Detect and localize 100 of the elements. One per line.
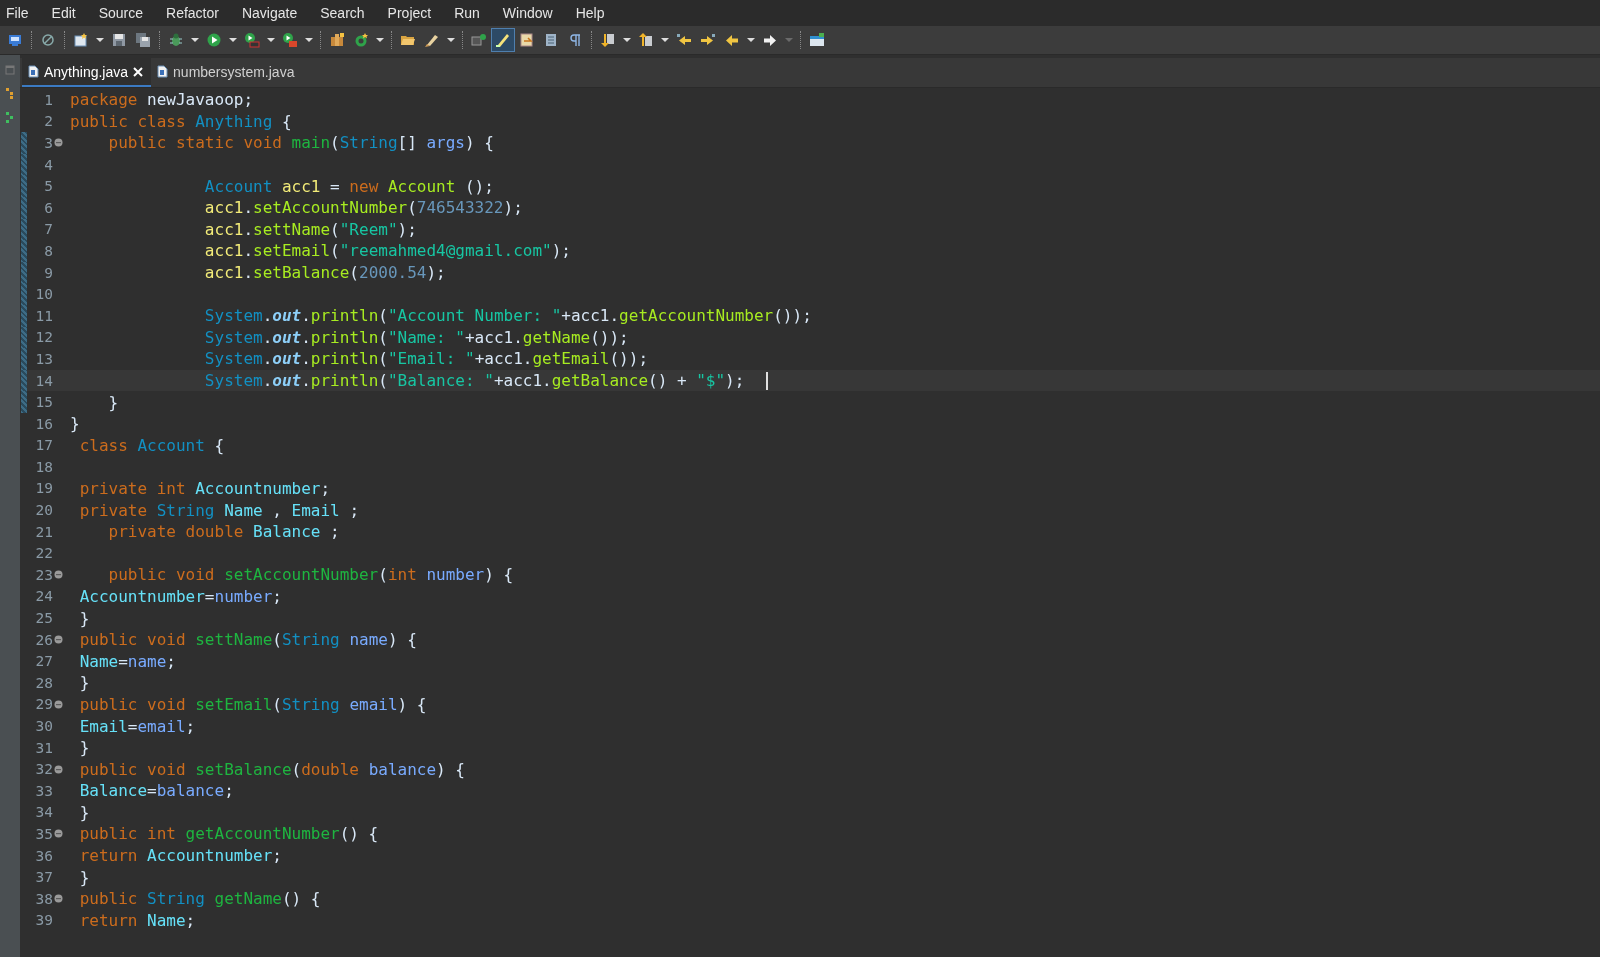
code-line: return Name;: [78, 910, 196, 930]
menu-item[interactable]: Window: [491, 5, 565, 21]
back-edit-icon: [676, 32, 692, 48]
code-line: Accountnumber=number;: [78, 586, 282, 606]
line-number: 6: [43, 199, 53, 216]
line-number: 32: [34, 761, 53, 778]
line-number: 9: [43, 264, 53, 281]
caret-icon: [229, 37, 237, 43]
collapse-icon[interactable]: [53, 570, 63, 580]
line-number: 4: [43, 156, 53, 173]
line-number: 7: [43, 221, 53, 238]
menu-item[interactable]: Navigate: [230, 5, 310, 21]
caret-icon: [785, 37, 793, 43]
line-number: 35: [34, 826, 53, 842]
code-line: }: [78, 802, 90, 822]
collapse-icon[interactable]: [53, 829, 63, 839]
code-line: acc1.setAccountNumber(746543322);: [203, 198, 523, 218]
edit-file-icon: [519, 32, 535, 48]
menu-item[interactable]: File: [6, 5, 41, 21]
save-icon: [111, 32, 127, 48]
perspective-icon: [809, 32, 825, 48]
collapse-icon[interactable]: [53, 894, 63, 904]
line-number: 2: [43, 113, 53, 130]
line-number: 36: [34, 847, 53, 864]
java-file-icon: [157, 65, 169, 78]
line-number: 30: [34, 718, 53, 734]
code-line: Email=email;: [78, 716, 196, 736]
line-number: 3: [43, 135, 53, 151]
code-line: public class Anything {: [70, 111, 292, 131]
line-number: 17: [34, 437, 53, 454]
editor-tab[interactable]: numbersystem.java: [151, 58, 303, 87]
line-number: 27: [34, 653, 53, 670]
editor-tab[interactable]: Anything.java: [22, 58, 152, 87]
menu-item[interactable]: Help: [564, 5, 617, 21]
menu-item[interactable]: Run: [443, 5, 492, 21]
line-number: 24: [34, 588, 53, 605]
line-number: 8: [43, 242, 53, 259]
code-line: public String getName() {: [78, 889, 321, 909]
code-line: public void settName(String name) {: [78, 630, 417, 650]
line-number: 39: [34, 912, 53, 929]
external-tool-icon: [282, 32, 298, 48]
menu-item[interactable]: Source: [87, 5, 156, 21]
pilcrow-icon: [567, 32, 583, 48]
menu-item[interactable]: Project: [376, 5, 444, 21]
code-line: return Accountnumber;: [78, 846, 282, 866]
caret-icon: [305, 37, 313, 43]
collapse-icon[interactable]: [53, 699, 63, 709]
outline-icon: [5, 111, 15, 123]
menu-item[interactable]: Search: [309, 5, 377, 21]
line-number: 38: [34, 890, 53, 907]
code-line: public static void main(String[] args) {: [107, 133, 494, 153]
menu-item[interactable]: Edit: [40, 5, 88, 21]
arrow-right-icon: [762, 32, 778, 48]
close-icon: [133, 66, 144, 77]
code-line: }: [78, 608, 90, 628]
document-icon: [543, 32, 559, 48]
collapse-icon[interactable]: [53, 635, 63, 645]
line-number: 34: [34, 804, 53, 821]
code-line: acc1.setBalance(2000.54);: [203, 263, 446, 283]
run-icon: [206, 32, 222, 48]
new-file-icon: [73, 32, 89, 48]
code-line: }: [70, 414, 80, 434]
caret-icon: [267, 37, 275, 43]
line-number: 1: [43, 91, 53, 108]
code-line: class Account {: [78, 435, 225, 455]
code-line: }: [78, 867, 90, 887]
monitor-icon: [7, 32, 23, 48]
caret-icon: [747, 37, 755, 43]
terminal-icon: [471, 32, 487, 48]
menu-item[interactable]: Refactor: [155, 5, 231, 21]
highlighter-icon: [495, 32, 511, 48]
code-line: package newJavaoop;: [70, 90, 254, 110]
caret-icon: [447, 37, 455, 43]
code-line: }: [107, 392, 119, 412]
line-number: 11: [34, 307, 53, 324]
caret-icon: [376, 37, 384, 43]
line-number: 18: [34, 458, 53, 475]
code-line: public void setAccountNumber(int number) {: [107, 565, 514, 585]
toolbar-button[interactable]: [492, 29, 514, 51]
code-line: public void setBalance(double balance) {: [78, 759, 465, 779]
line-number: 14: [34, 372, 53, 389]
arrow-left-icon: [724, 32, 740, 48]
forward-edit-icon: [700, 32, 716, 48]
bug-icon: [168, 32, 184, 48]
caret-icon: [96, 37, 104, 43]
line-number: 26: [34, 631, 53, 648]
code-line: System.out.println("Email: "+acc1.getEmail());: [203, 349, 648, 369]
collapse-icon[interactable]: [53, 764, 63, 774]
line-number: 13: [34, 350, 53, 367]
code-line: }: [78, 738, 90, 758]
line-number: 33: [34, 782, 53, 799]
line-number: 29: [34, 696, 53, 713]
hierarchy-icon: [5, 87, 15, 99]
line-number: 19: [34, 480, 53, 497]
code-line: private int Accountnumber;: [78, 479, 331, 498]
line-number: 5: [43, 178, 53, 195]
code-line: public int getAccountNumber() {: [78, 824, 379, 844]
line-number: 16: [34, 415, 53, 432]
collapse-icon[interactable]: [53, 138, 63, 148]
caret-icon: [191, 37, 199, 43]
